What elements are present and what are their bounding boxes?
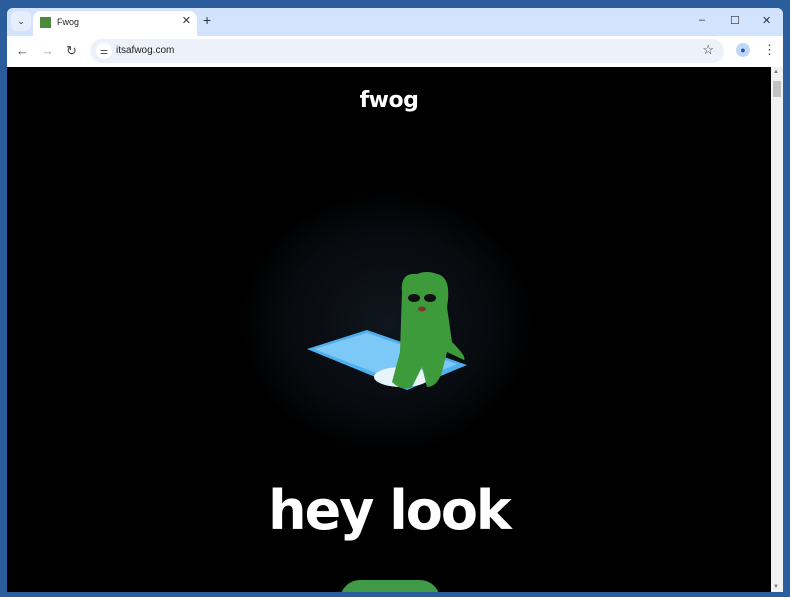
maximize-button[interactable]: ☐ <box>730 14 740 27</box>
tab-strip: ⌄ Fwog ✕ + – ☐ ✕ <box>7 8 783 36</box>
back-button[interactable]: ← <box>16 43 29 58</box>
favicon-icon <box>40 17 51 28</box>
new-tab-button[interactable]: + <box>203 12 211 28</box>
toolbar: ← → ↻ ⚌ itsafwog.com ☆ ● ⋮ <box>7 36 783 67</box>
bookmark-star-icon[interactable]: ☆ <box>702 42 714 58</box>
url-text[interactable]: itsafwog.com <box>116 45 174 56</box>
page-content: fwog hey look <box>7 67 771 592</box>
site-logo[interactable]: fwog <box>7 88 771 113</box>
headline: hey look <box>268 479 512 542</box>
minimize-button[interactable]: – <box>699 14 705 26</box>
tab-title: Fwog <box>57 17 80 27</box>
close-window-button[interactable]: ✕ <box>762 14 771 27</box>
address-bar[interactable]: ⚌ itsafwog.com ☆ <box>90 39 724 63</box>
fwog-image-partial <box>340 580 440 592</box>
fwog-hero-image <box>242 192 532 452</box>
tab-fwog[interactable]: Fwog ✕ <box>33 11 197 36</box>
site-info-icon[interactable]: ⚌ <box>96 43 112 59</box>
fwog-body <box>392 272 465 389</box>
browser-window: ⌄ Fwog ✕ + – ☐ ✕ ← → ↻ ⚌ itsafwog.com ☆ … <box>7 8 783 592</box>
profile-icon[interactable]: ● <box>736 43 750 57</box>
scroll-down-icon[interactable]: ▼ <box>773 584 779 590</box>
forward-button[interactable]: → <box>41 43 54 58</box>
tab-close-icon[interactable]: ✕ <box>182 14 191 27</box>
scrollbar[interactable]: ▲ ▼ <box>771 67 783 592</box>
reload-button[interactable]: ↻ <box>66 43 77 59</box>
menu-kebab-icon[interactable]: ⋮ <box>763 42 776 58</box>
scroll-up-icon[interactable]: ▲ <box>773 69 779 75</box>
tab-search-button[interactable]: ⌄ <box>11 11 31 31</box>
scrollbar-thumb[interactable] <box>773 81 781 97</box>
